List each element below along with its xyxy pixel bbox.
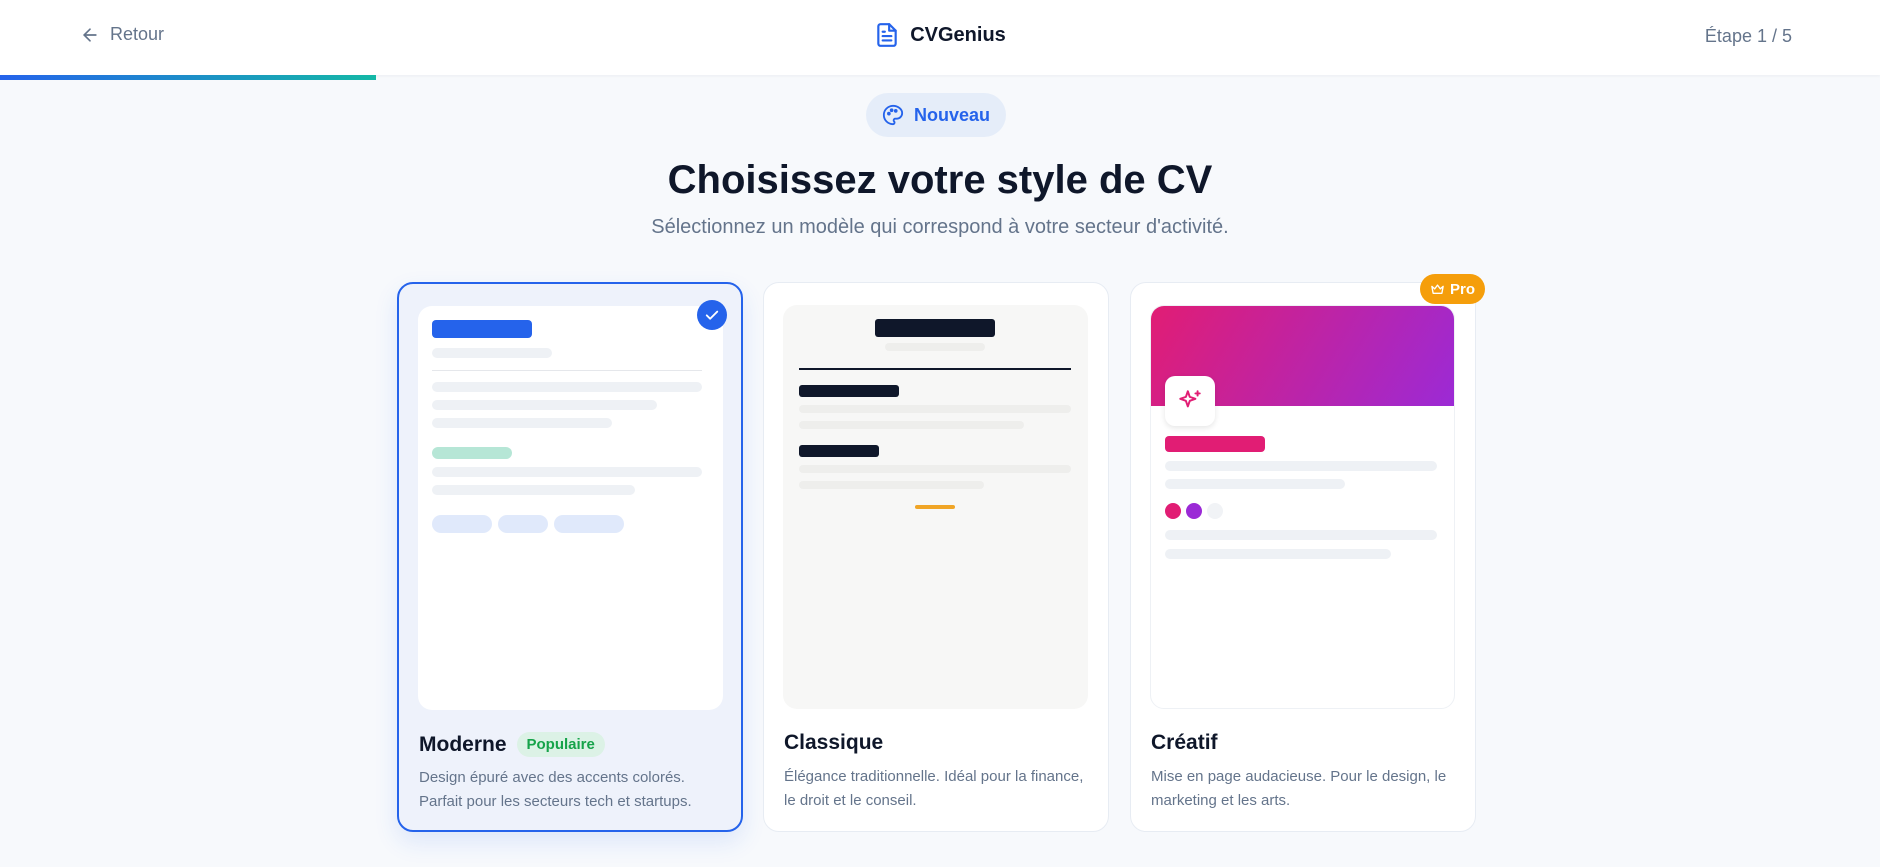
template-title: Moderne Populaire [419,732,605,757]
page-subtitle: Sélectionnez un modèle qui correspond à … [651,216,1229,238]
preview-line [799,465,1071,473]
step-indicator: Étape 1 / 5 [1704,26,1792,46]
template-name: Moderne [419,732,507,756]
template-preview-moderne [418,306,723,710]
palette-icon [882,104,904,126]
page-title: Choisissez votre style de CV [667,158,1213,202]
preview-header-bar [875,319,995,337]
template-preview-creatif [1150,305,1455,709]
preview-line [799,421,1024,429]
template-name: Classique [784,731,884,754]
preview-line [432,485,635,495]
preview-line [799,405,1071,413]
template-title: Créatif [1151,731,1218,755]
brand: CVGenius [0,22,1880,48]
preview-line [432,400,657,410]
new-badge-label: Nouveau [913,104,991,125]
sparkles-icon [1179,390,1201,408]
template-description: Design épuré avec des accents colorés. P… [419,769,692,810]
progress-bar [0,75,1880,80]
template-description: Élégance traditionnelle. Idéal pour la f… [784,768,1084,809]
preview-line [432,382,702,392]
preview-color-dot [1186,503,1202,519]
new-badge: Nouveau [866,93,1006,137]
popular-badge: Populaire [516,732,605,757]
preview-avatar [1165,376,1215,426]
preview-line [1165,479,1345,489]
template-card-moderne[interactable]: Moderne Populaire Design épuré avec des … [397,282,743,832]
document-icon [877,23,897,47]
template-card-classique[interactable]: Classique Élégance traditionnelle. Idéal… [763,282,1109,832]
preview-tag [432,515,492,533]
preview-line [1165,549,1391,559]
template-description: Mise en page audacieuse. Pour le design,… [1151,768,1447,809]
template-card-creatif[interactable]: Pro Créatif Mise en page audacieuse. Pou… [1130,274,1485,832]
preview-line [885,343,985,351]
preview-line [1165,530,1437,540]
preview-section-title [799,385,899,397]
crown-icon [1431,283,1444,294]
template-preview-classique [783,305,1088,709]
template-name: Créatif [1151,731,1218,754]
preview-ornament [915,505,955,509]
preview-line [432,418,612,428]
pro-label: Pro [1449,280,1475,298]
preview-color-dot [1165,503,1181,519]
preview-line [432,348,552,358]
preview-color-dot [1207,503,1223,519]
preview-line [799,481,984,489]
preview-line [1165,461,1437,471]
progress-fill [0,75,376,80]
preview-divider [799,368,1071,370]
preview-line [432,467,702,477]
selected-check [697,300,727,330]
check-icon [705,310,719,320]
pro-badge: Pro [1419,274,1485,304]
preview-accent-bar [432,447,512,459]
preview-divider [432,370,702,371]
preview-header-bar [432,320,532,338]
top-bar: Retour CVGenius Étape 1 / 5 [0,0,1880,75]
preview-tag [554,515,624,533]
template-title: Classique [784,731,883,755]
brand-name: CVGenius [910,23,1006,46]
preview-tag [498,515,548,533]
preview-section-title [799,445,879,457]
preview-name-bar [1165,436,1265,452]
